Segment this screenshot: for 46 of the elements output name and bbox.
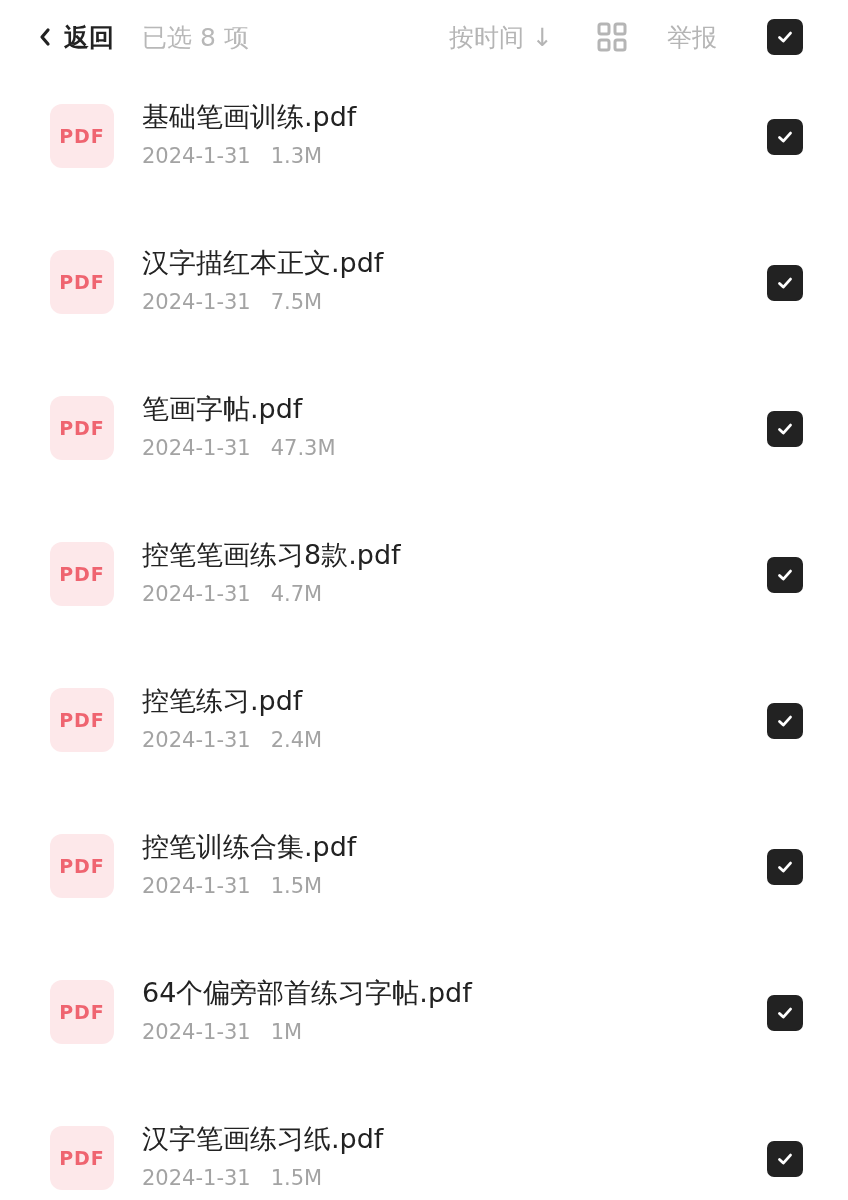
pdf-file-icon: PDF <box>50 104 114 168</box>
checkbox[interactable] <box>767 119 803 155</box>
pdf-file-icon: PDF <box>50 542 114 606</box>
pdf-file-icon: PDF <box>50 688 114 752</box>
checkbox[interactable] <box>767 411 803 447</box>
file-date: 2024-1-31 <box>142 144 251 168</box>
pdf-file-icon: PDF <box>50 980 114 1044</box>
checkbox[interactable] <box>767 849 803 885</box>
checkbox[interactable] <box>767 19 803 55</box>
file-size: 1M <box>270 1020 303 1044</box>
checkbox[interactable] <box>767 1141 803 1177</box>
checkbox[interactable] <box>767 265 803 301</box>
chevron-left-icon[interactable] <box>38 26 52 48</box>
file-size: 1.3M <box>270 144 323 168</box>
file-date: 2024-1-31 <box>142 582 251 606</box>
checkbox[interactable] <box>767 703 803 739</box>
checkbox[interactable] <box>767 995 803 1031</box>
file-size: 7.5M <box>270 290 323 314</box>
file-date: 2024-1-31 <box>142 290 251 314</box>
file-name: 基础笔画训练.pdf <box>142 100 358 134</box>
file-size: 4.7M <box>270 582 323 606</box>
pdf-file-icon: PDF <box>50 1126 114 1190</box>
file-name: 汉字描红本正文.pdf <box>142 246 385 280</box>
file-name: 笔画字帖.pdf <box>142 392 304 426</box>
file-size: 2.4M <box>270 728 323 752</box>
report-button[interactable]: 举报 <box>667 20 717 54</box>
sort-button[interactable]: 按时间 ↓ <box>449 20 553 54</box>
file-size: 47.3M <box>270 436 336 460</box>
back-button[interactable]: 返回 <box>38 20 114 54</box>
pdf-file-icon: PDF <box>50 250 114 314</box>
file-date: 2024-1-31 <box>142 436 251 460</box>
file-date: 2024-1-31 <box>142 1166 251 1190</box>
file-date: 2024-1-31 <box>142 728 251 752</box>
file-date: 2024-1-31 <box>142 874 251 898</box>
checkbox[interactable] <box>767 557 803 593</box>
file-size: 1.5M <box>270 1166 323 1190</box>
file-name: 控笔训练合集.pdf <box>142 830 358 864</box>
file-date: 2024-1-31 <box>142 1020 251 1044</box>
file-name: 汉字笔画练习纸.pdf <box>142 1122 385 1156</box>
selection-count: 已选 8 项 <box>142 21 249 54</box>
file-name: 控笔练习.pdf <box>142 684 304 718</box>
file-size: 1.5M <box>270 874 323 898</box>
pdf-file-icon: PDF <box>50 834 114 898</box>
file-name: 控笔笔画练习8款.pdf <box>142 538 402 572</box>
pdf-file-icon: PDF <box>50 396 114 460</box>
file-name: 64个偏旁部首练习字帖.pdf <box>142 976 474 1010</box>
